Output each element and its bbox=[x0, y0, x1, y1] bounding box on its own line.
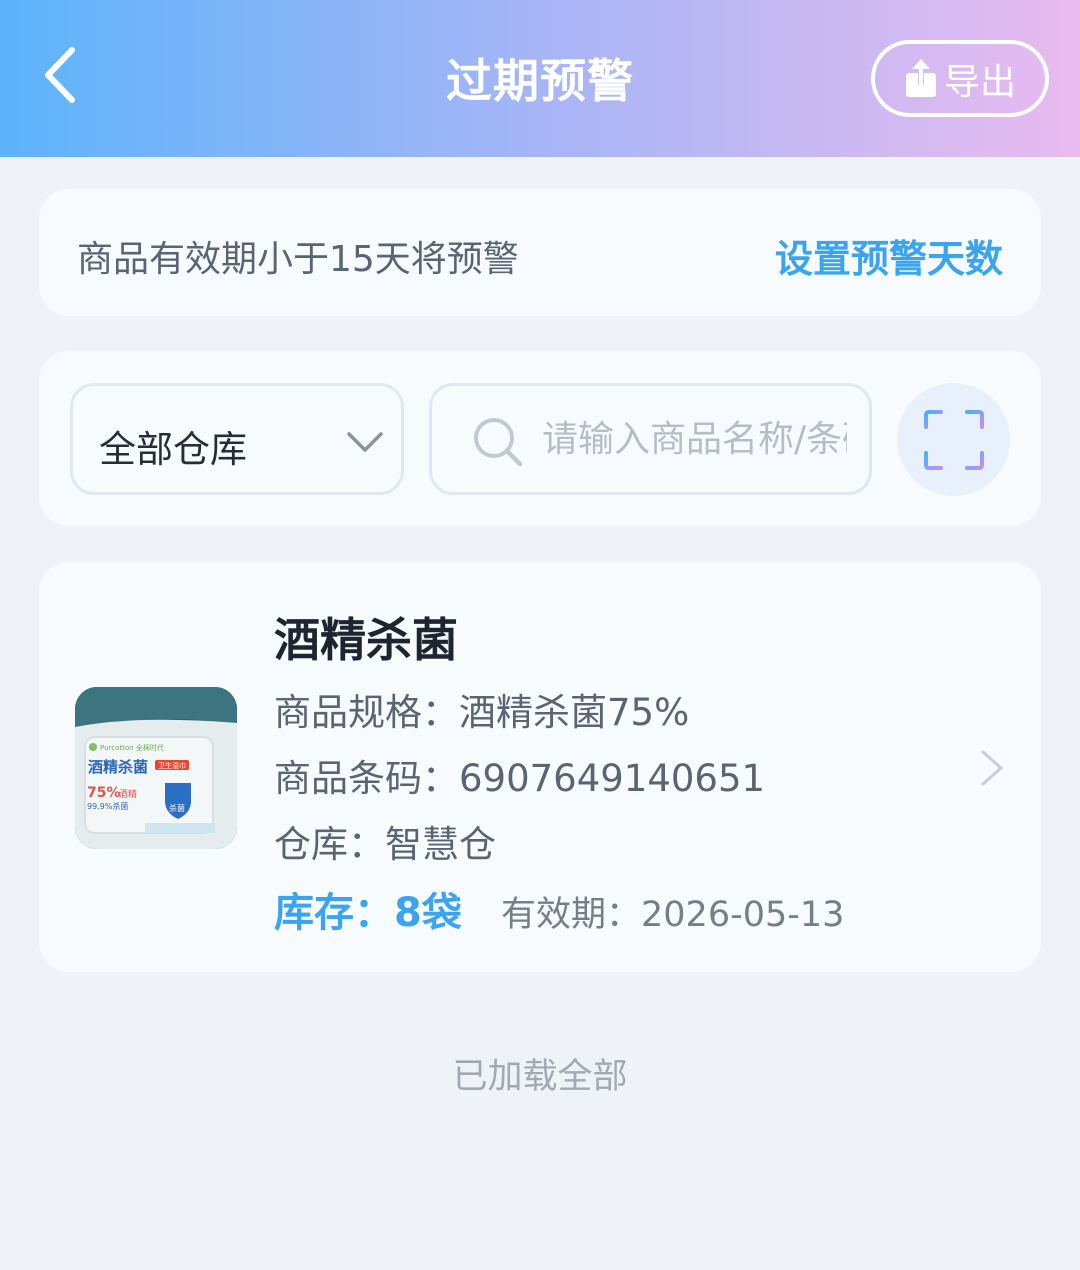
product-image-brand: Purcotton 全棉时代 bbox=[100, 743, 164, 752]
stock-value: 8袋 bbox=[394, 890, 462, 936]
expiry-label: 有效期： bbox=[501, 895, 642, 935]
chevron-right-icon bbox=[981, 750, 1003, 786]
search-input[interactable] bbox=[542, 386, 847, 492]
product-spec-row: 商品规格：酒精杀菌75% bbox=[274, 682, 689, 736]
product-image: Purcotton 全棉时代 酒精杀菌 卫生湿巾 75% 酒精 99.9%杀菌 … bbox=[75, 687, 237, 849]
product-image-badge: 杀菌 bbox=[169, 803, 185, 813]
warehouse-value: 智慧仓 bbox=[385, 823, 496, 866]
stock-label: 库存： bbox=[274, 890, 394, 936]
chevron-down-icon bbox=[347, 432, 383, 452]
search-icon bbox=[474, 418, 523, 467]
set-warning-days-link[interactable]: 设置预警天数 bbox=[775, 228, 1003, 283]
scan-button[interactable] bbox=[897, 383, 1010, 496]
barcode-label: 商品条码： bbox=[274, 757, 459, 800]
product-card[interactable]: Purcotton 全棉时代 酒精杀菌 卫生湿巾 75% 酒精 99.9%杀菌 … bbox=[39, 562, 1041, 972]
spec-value: 酒精杀菌75% bbox=[459, 691, 690, 734]
spec-label: 商品规格： bbox=[274, 691, 459, 734]
expiry-value: 2026-05-13 bbox=[641, 895, 845, 935]
product-barcode-row: 商品条码：6907649140651 bbox=[274, 748, 765, 802]
search-box bbox=[429, 383, 872, 495]
expiry-info: 有效期：2026-05-13 bbox=[501, 886, 844, 937]
product-image-title: 酒精杀菌 bbox=[88, 758, 148, 776]
product-name: 酒精杀菌 bbox=[274, 613, 458, 667]
notice-text: 商品有效期小于15天将预警 bbox=[77, 239, 519, 280]
scan-icon bbox=[923, 409, 984, 470]
header-bar: 过期预警 导出 bbox=[0, 0, 1080, 157]
filter-card: 全部仓库 bbox=[39, 351, 1041, 526]
export-label: 导出 bbox=[943, 61, 1016, 103]
warehouse-label: 仓库： bbox=[274, 823, 385, 866]
stock-info: 库存：8袋 bbox=[274, 880, 462, 938]
barcode-value: 6907649140651 bbox=[459, 757, 766, 800]
product-image-tag: 卫生湿巾 bbox=[158, 761, 186, 770]
export-icon bbox=[905, 58, 936, 97]
product-image-kill: 99.9%杀菌 bbox=[87, 801, 128, 811]
warehouse-select-value: 全部仓库 bbox=[99, 428, 247, 471]
product-image-percent-suffix: 酒精 bbox=[119, 788, 137, 800]
warehouse-select[interactable]: 全部仓库 bbox=[70, 383, 404, 495]
loaded-all-text: 已加载全部 bbox=[452, 1057, 628, 1097]
product-warehouse-row: 仓库：智慧仓 bbox=[274, 814, 496, 868]
expiry-notice-card: 商品有效期小于15天将预警 设置预警天数 bbox=[39, 189, 1041, 316]
product-image-percent: 75% bbox=[87, 785, 121, 801]
export-button[interactable]: 导出 bbox=[871, 40, 1049, 117]
